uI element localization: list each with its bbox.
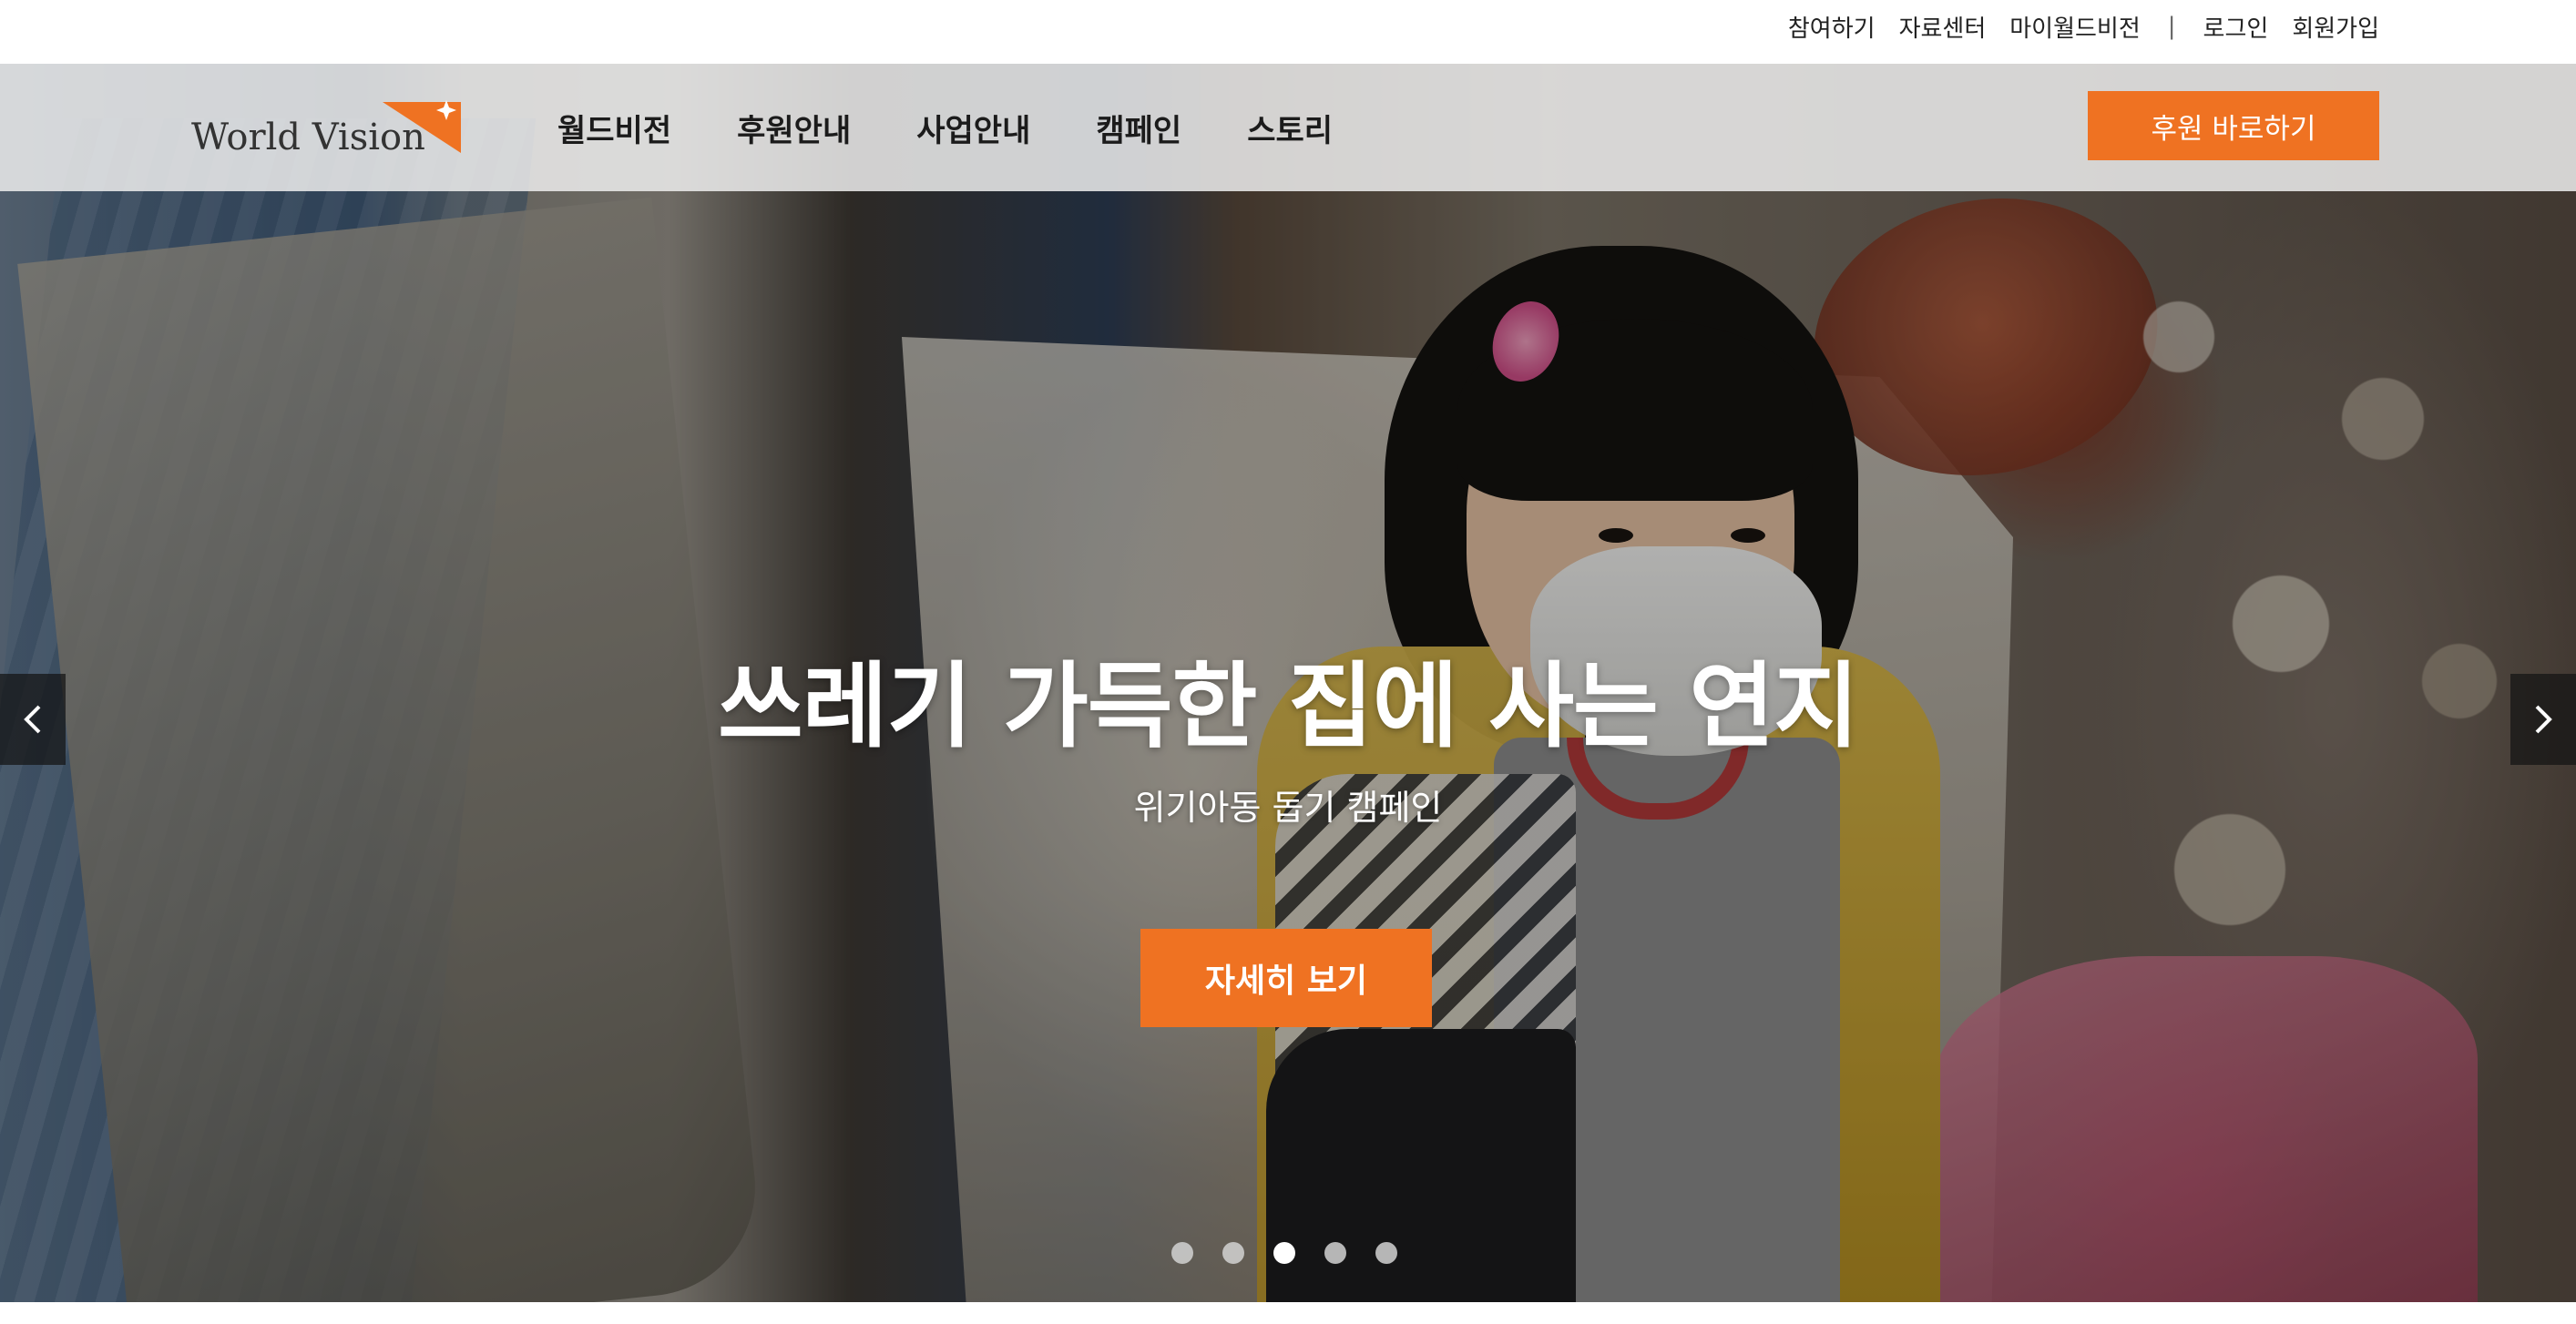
nav-item-campaigns[interactable]: 캠페인: [1096, 106, 1181, 150]
utility-nav: 참여하기 자료센터 마이월드비전 | 로그인 회원가입: [1788, 0, 2379, 53]
nav-item-worldvision[interactable]: 월드비전: [557, 106, 671, 150]
learn-more-button[interactable]: 자세히 보기: [1140, 929, 1432, 1027]
carousel-dot-4[interactable]: [1324, 1242, 1346, 1264]
carousel-next-button[interactable]: [2510, 674, 2576, 765]
carousel-dot-3[interactable]: [1273, 1242, 1295, 1264]
donate-now-button[interactable]: 후원 바로하기: [2088, 91, 2379, 160]
utility-link-login[interactable]: 로그인: [2203, 10, 2269, 44]
chevron-right-icon: [2535, 705, 2552, 734]
utility-link-signup[interactable]: 회원가입: [2292, 10, 2379, 44]
carousel-dot-2[interactable]: [1222, 1242, 1244, 1264]
utility-link-resources[interactable]: 자료센터: [1899, 10, 1987, 44]
carousel-dot-5[interactable]: [1375, 1242, 1397, 1264]
chevron-left-icon: [24, 705, 41, 734]
main-nav: 월드비전 후원안내 사업안내 캠페인 스토리: [557, 64, 1333, 191]
utility-bar: 참여하기 자료센터 마이월드비전 | 로그인 회원가입: [0, 0, 2576, 64]
utility-separator: |: [2167, 13, 2176, 40]
logo-icon: World Vision: [191, 100, 461, 158]
nav-item-stories[interactable]: 스토리: [1247, 106, 1333, 150]
carousel-pagination: [1171, 1242, 1397, 1264]
nav-item-sponsorship[interactable]: 후원안내: [737, 106, 851, 150]
utility-link-participate[interactable]: 참여하기: [1788, 10, 1876, 44]
nav-item-programs[interactable]: 사업안내: [916, 106, 1030, 150]
hero-subtitle: 위기아동 돕기 캠페인: [1133, 788, 1443, 828]
main-header: World Vision 월드비전 후원안내 사업안내 캠페인 스토리 후원 바…: [0, 64, 2576, 191]
utility-link-my-worldvision[interactable]: 마이월드비전: [2009, 10, 2141, 44]
carousel-prev-button[interactable]: [0, 674, 66, 765]
page-bottom-strip: [0, 1302, 2576, 1324]
hero-title: 쓰레기 가득한 집에 사는 연지: [717, 653, 1859, 761]
world-vision-logo[interactable]: World Vision: [191, 98, 461, 158]
carousel-dot-1[interactable]: [1171, 1242, 1193, 1264]
svg-text:World Vision: World Vision: [191, 117, 425, 157]
